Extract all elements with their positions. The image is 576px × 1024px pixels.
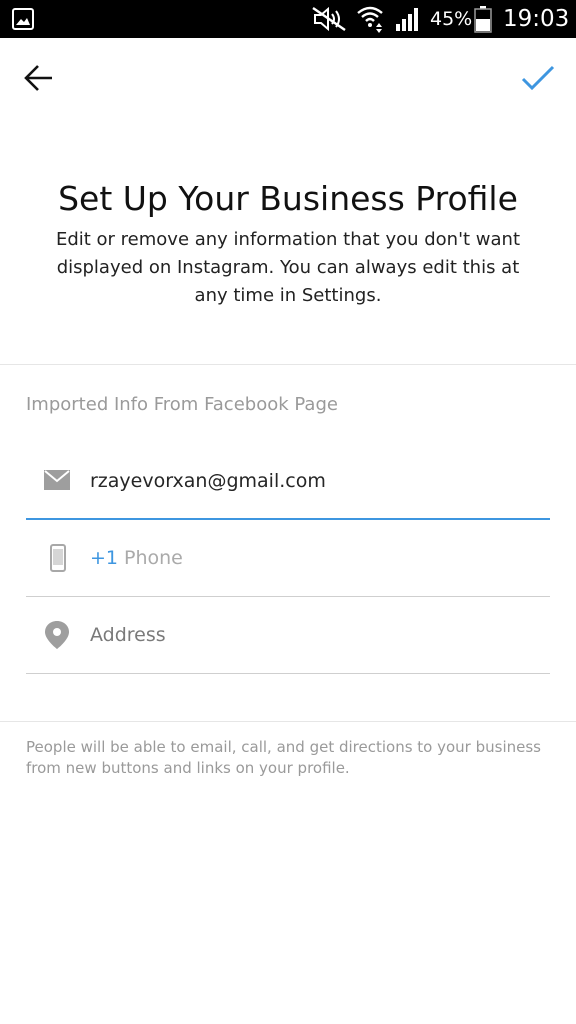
page-description: Edit or remove any information that you … (55, 229, 521, 306)
address-input[interactable]: Address (90, 622, 166, 648)
phone-input[interactable]: Phone (124, 545, 183, 571)
phone-icon (50, 544, 66, 572)
divider (0, 364, 576, 365)
address-field[interactable]: Address (26, 597, 550, 674)
page-title: Set Up Your Business Profile (58, 179, 518, 219)
footer-note: People will be able to email, call, and … (26, 738, 541, 777)
country-code-button[interactable]: +1 (90, 545, 118, 571)
signal-icon (396, 8, 418, 31)
location-pin-icon (45, 621, 69, 649)
gallery-icon (12, 8, 34, 30)
wifi-icon (357, 6, 383, 33)
battery-percent: 45% (430, 8, 473, 30)
battery-icon (474, 6, 492, 33)
back-arrow-icon[interactable] (22, 62, 56, 94)
divider (0, 721, 576, 722)
mail-icon (44, 470, 70, 490)
checkmark-icon[interactable] (520, 62, 556, 94)
mute-icon (312, 6, 346, 32)
section-label: Imported Info From Facebook Page (26, 394, 338, 415)
clock: 19:03 (503, 6, 570, 32)
email-field[interactable]: rzayevorxan@gmail.com (26, 443, 550, 520)
phone-field[interactable]: +1 Phone (26, 520, 550, 597)
status-bar: 45% 19:03 (0, 0, 576, 38)
email-value[interactable]: rzayevorxan@gmail.com (90, 468, 326, 494)
